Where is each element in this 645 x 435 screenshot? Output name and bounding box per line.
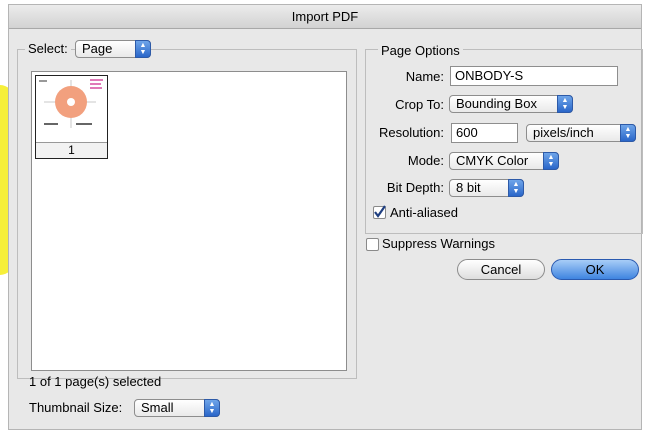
- suppress-warnings-label: Suppress Warnings: [382, 236, 495, 251]
- popup-arrows-icon: ▲ ▼: [543, 152, 559, 170]
- mode-popup[interactable]: CMYK Color ▲ ▼: [449, 152, 559, 170]
- antialias-checkbox[interactable]: [373, 205, 386, 219]
- resolution-field[interactable]: 600: [451, 123, 518, 143]
- select-popup[interactable]: Page ▲ ▼: [75, 40, 151, 58]
- page-thumbnail[interactable]: 1: [35, 75, 108, 159]
- popup-arrows-icon: ▲ ▼: [135, 40, 151, 58]
- select-label: Select:: [25, 41, 71, 57]
- window-title: Import PDF: [9, 5, 641, 29]
- mode-label: Mode:: [407, 153, 444, 168]
- import-pdf-dialog: Import PDF Select: Page ▲ ▼ 1 1 of 1 page…: [8, 4, 643, 430]
- popup-arrows-icon: ▲ ▼: [620, 124, 636, 142]
- crop-popup[interactable]: Bounding Box ▲ ▼: [449, 95, 573, 113]
- bitdepth-label: Bit Depth:: [386, 180, 444, 195]
- selection-status: 1 of 1 page(s) selected: [29, 374, 162, 389]
- crop-label: Crop To:: [395, 97, 444, 112]
- name-label: Name:: [405, 69, 444, 84]
- resolution-unit-value: pixels/inch: [533, 125, 594, 140]
- popup-arrows-icon: ▲ ▼: [557, 95, 573, 113]
- antialias-label: Anti-aliased: [390, 205, 458, 220]
- page-preview-image: [39, 79, 103, 128]
- resolution-unit-popup[interactable]: pixels/inch ▲ ▼: [526, 124, 636, 142]
- page-options-legend: Page Options: [378, 43, 463, 59]
- mode-value: CMYK Color: [456, 153, 529, 168]
- bitdepth-value: 8 bit: [456, 180, 481, 195]
- thumbnail-size-popup[interactable]: Small ▲ ▼: [134, 399, 220, 417]
- page-number: 1: [36, 142, 107, 158]
- cancel-button[interactable]: Cancel: [457, 259, 545, 280]
- checkmark-icon: [374, 205, 386, 218]
- ok-button[interactable]: OK: [551, 259, 639, 280]
- popup-arrows-icon: ▲ ▼: [204, 399, 220, 417]
- select-value: Page: [82, 41, 113, 56]
- popup-arrows-icon: ▲ ▼: [508, 179, 524, 197]
- suppress-warnings-checkbox[interactable]: [366, 238, 379, 251]
- thumbnail-size-value: Small: [141, 400, 174, 415]
- thumbnail-size-label: Thumbnail Size:: [29, 400, 123, 415]
- bitdepth-popup[interactable]: 8 bit ▲ ▼: [449, 179, 524, 197]
- thumbnail-pane[interactable]: 1: [31, 71, 347, 371]
- crop-value: Bounding Box: [456, 96, 537, 111]
- name-field[interactable]: ONBODY-S: [450, 66, 618, 86]
- resolution-label: Resolution:: [378, 125, 444, 140]
